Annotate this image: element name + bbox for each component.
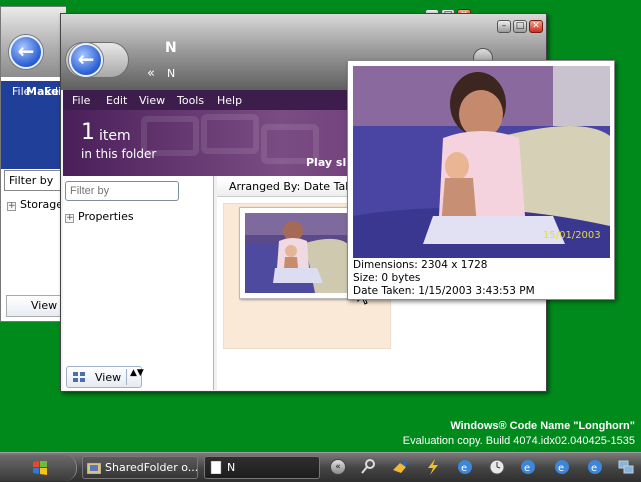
expand-icon[interactable]: + (7, 202, 16, 211)
taskbar-button-sharedfolder[interactable]: SharedFolder o... (82, 456, 198, 479)
document-icon (210, 461, 222, 474)
photo-preview-tooltip: 15/01/2003 Dimensions: 2304 x 1728 Size:… (347, 60, 615, 300)
photo-date-stamp: 15/01/2003 (543, 230, 601, 241)
filter-input[interactable] (65, 181, 179, 201)
item-count-description: in this folder (81, 147, 157, 161)
ie-icon[interactable]: e (456, 458, 474, 476)
photo-date-taken: Date Taken: 1/15/2003 3:43:53 PM (353, 285, 535, 297)
taskbar-button-label: SharedFolder o... (105, 461, 198, 474)
svg-text:e: e (524, 463, 530, 474)
background-tree-item[interactable]: + Storage (7, 198, 63, 211)
taskbar-button-n[interactable]: N (204, 456, 320, 479)
menu-tools[interactable]: Tools (177, 94, 204, 107)
left-pane: + Properties View ▲▼ (63, 176, 214, 390)
item-count-unit: item (99, 128, 131, 144)
background-view-label: View (31, 299, 58, 312)
maximize-button[interactable]: □ (513, 20, 527, 33)
windows-logo-icon (33, 461, 47, 475)
photo-dimensions: Dimensions: 2304 x 1728 (353, 259, 488, 271)
svg-text:e: e (558, 463, 564, 474)
background-filter-input[interactable]: Filter by (4, 170, 64, 191)
svg-text:e: e (591, 463, 597, 474)
window-title: N (165, 40, 177, 56)
photo-thumbnail[interactable]: ... (239, 207, 357, 299)
make-label[interactable]: Make (26, 85, 59, 98)
view-separator (126, 369, 127, 385)
filmstrip-decoration (201, 114, 259, 154)
ie-icon[interactable]: e (553, 458, 571, 476)
menu-help[interactable]: Help (217, 94, 242, 107)
breadcrumb-current[interactable]: N (167, 67, 175, 80)
close-button[interactable]: ✕ (529, 20, 543, 33)
background-window[interactable]: ← File Edi Make Filter by + Storage View (0, 6, 66, 322)
clock-icon[interactable] (488, 458, 506, 476)
network-icon[interactable] (391, 458, 409, 476)
back-arrow-icon[interactable]: ← (69, 43, 103, 77)
tray-expand-button[interactable]: « (330, 459, 346, 475)
grid-view-icon (73, 372, 85, 382)
watermark-title: Windows® Code Name "Longhorn" (450, 420, 635, 432)
background-tree-item-label: Storage (20, 198, 64, 211)
background-window-menubar: File Edi Make (1, 81, 66, 169)
play-slideshow-button[interactable]: Play sli (306, 156, 350, 169)
photo-size: Size: 0 bytes (353, 272, 421, 284)
start-button[interactable] (0, 455, 77, 481)
svg-text:...: ... (333, 276, 339, 283)
watermark-build: Evaluation copy. Build 4074.idx02.040425… (402, 435, 635, 447)
lightning-icon[interactable] (424, 458, 442, 476)
search-icon[interactable] (359, 458, 377, 476)
properties-label: Properties (78, 210, 134, 223)
menu-edit[interactable]: Edit (106, 94, 127, 107)
svg-text:e: e (461, 463, 467, 474)
view-stepper-icon[interactable]: ▲▼ (130, 369, 144, 378)
background-view-button[interactable]: View (6, 295, 66, 317)
view-label: View (95, 371, 122, 384)
expand-icon[interactable]: + (65, 214, 74, 223)
item-count: 1 (81, 120, 95, 145)
folder-icon (87, 462, 101, 474)
properties-tree-item[interactable]: + Properties (65, 210, 134, 223)
taskbar-button-label: N (227, 461, 236, 474)
menu-file[interactable]: File (72, 94, 90, 107)
breadcrumb-chevron-icon[interactable]: « (147, 66, 155, 81)
minimize-button[interactable]: – (497, 20, 511, 33)
ie-icon[interactable]: e (586, 458, 604, 476)
ie-icon[interactable]: e (519, 458, 537, 476)
baby-photo-thumbnail: ... (245, 213, 351, 293)
photo-details: Dimensions: 2304 x 1728 Size: 0 bytes Da… (353, 259, 535, 298)
back-arrow-icon[interactable]: ← (9, 35, 43, 69)
network-icon[interactable] (617, 458, 635, 476)
taskbar: SharedFolder o... N « e e e e (0, 452, 641, 482)
breadcrumb[interactable]: «N (147, 66, 175, 81)
baby-photo-preview: 15/01/2003 (353, 66, 610, 258)
view-button[interactable]: View ▲▼ (66, 366, 144, 388)
background-window-titlebar[interactable]: ← (1, 7, 66, 77)
menu-view[interactable]: View (139, 94, 165, 107)
